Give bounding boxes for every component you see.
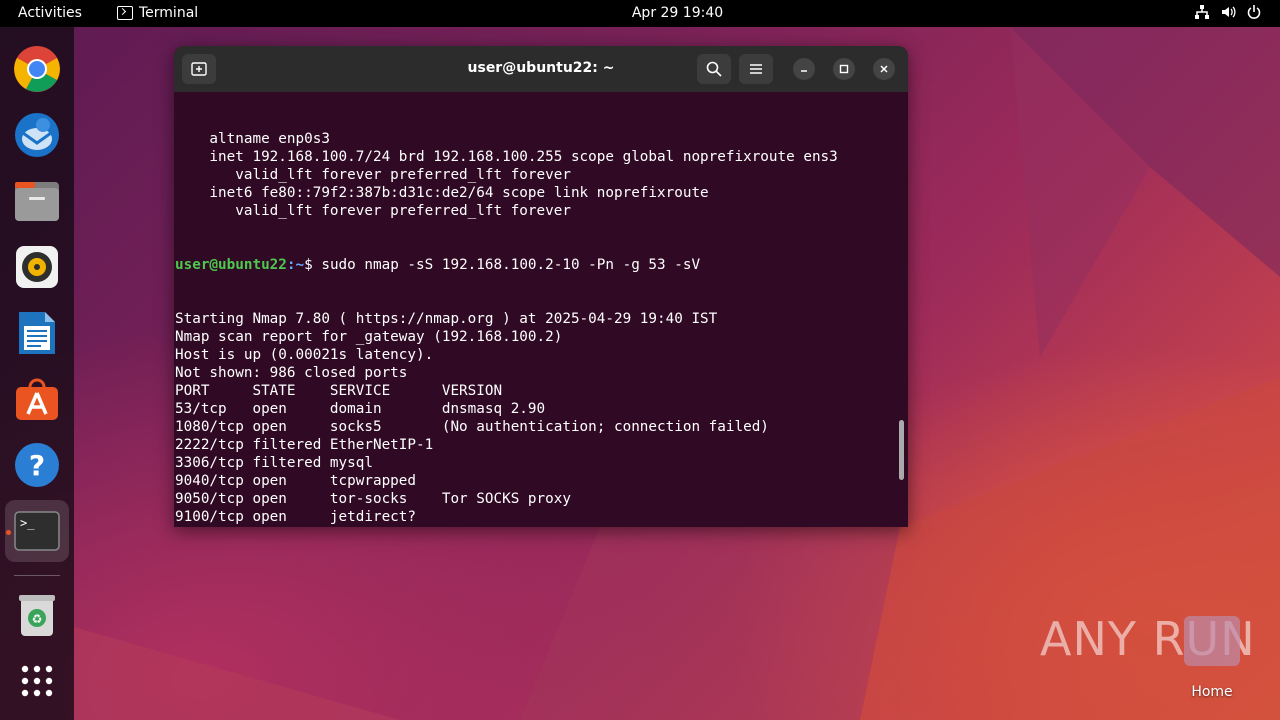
close-button[interactable] [873, 58, 895, 80]
volume-icon [1220, 4, 1236, 20]
home-folder-icon [1184, 616, 1240, 666]
dock-separator [14, 575, 60, 576]
prompt-sign: $ [304, 257, 322, 273]
show-apps-icon[interactable] [12, 656, 62, 706]
terminal-window[interactable]: user@ubuntu22: ~ altname enp0s3 inet 192… [174, 46, 908, 527]
terminal-line: PORT STATE SERVICE VERSION [175, 383, 503, 399]
thunderbird-icon[interactable] [12, 110, 62, 160]
svg-text:?: ? [29, 449, 45, 482]
system-tray[interactable] [1194, 4, 1262, 20]
terminal-line: Nmap scan report for _gateway (192.168.1… [175, 329, 563, 345]
terminal-scrollbar[interactable] [899, 420, 904, 480]
terminal-line: Host is up (0.00021s latency). [175, 347, 434, 363]
terminal-line: Not shown: 986 closed ports [175, 365, 408, 381]
prompt-user: user@ubuntu22 [175, 257, 287, 273]
trash-icon[interactable]: ♻ [12, 590, 62, 640]
close-icon [880, 65, 888, 73]
terminal-line: 3306/tcp filtered mysql [175, 455, 373, 471]
terminal-line: 9040/tcp open tcpwrapped [175, 473, 417, 489]
svg-text:♻: ♻ [32, 612, 43, 626]
terminal-line: Starting Nmap 7.80 ( https://nmap.org ) … [175, 311, 718, 327]
output-after: Starting Nmap 7.80 ( https://nmap.org ) … [175, 310, 894, 527]
terminal-line: 9050/tcp open tor-socks Tor SOCKS proxy [175, 491, 571, 507]
home-label: Home [1191, 684, 1233, 700]
hamburger-icon [750, 64, 762, 74]
output-before: altname enp0s3 inet 192.168.100.7/24 brd… [175, 130, 894, 220]
top-bar: Activities Terminal Apr 29 19:40 [0, 0, 1280, 27]
libreoffice-writer-icon[interactable] [12, 308, 62, 358]
command-text: sudo nmap -sS 192.168.100.2-10 -Pn -g 53… [321, 257, 701, 273]
rhythmbox-icon[interactable] [12, 242, 62, 292]
chrome-icon[interactable] [12, 44, 62, 94]
power-icon [1246, 4, 1262, 20]
terminal-line: 9100/tcp open jetdirect? [175, 509, 417, 525]
terminal-line: inet 192.168.100.7/24 brd 192.168.100.25… [175, 149, 838, 165]
running-indicator [6, 530, 11, 535]
terminal-titlebar[interactable]: user@ubuntu22: ~ [174, 46, 908, 92]
terminal-line: 2222/tcp filtered EtherNetIP-1 [175, 437, 434, 453]
terminal-line: valid_lft forever preferred_lft forever [175, 203, 571, 219]
terminal-line: 9101/tcp open jetdirect? [175, 526, 894, 527]
terminal-line: inet6 fe80::79f2:387b:d31c:de2/64 scope … [175, 185, 709, 201]
terminal-line: 1080/tcp open socks5 (No authentication;… [175, 419, 769, 435]
svg-text:>_: >_ [20, 516, 35, 530]
search-icon [706, 61, 722, 77]
app-center-icon[interactable] [12, 374, 62, 424]
search-button[interactable] [697, 54, 731, 84]
prompt-line: user@ubuntu22:~$ sudo nmap -sS 192.168.1… [175, 256, 894, 274]
maximize-button[interactable] [833, 58, 855, 80]
menu-button[interactable] [739, 54, 773, 84]
home-folder-desktop-icon[interactable]: Home [1180, 616, 1244, 706]
clock[interactable]: Apr 29 19:40 [0, 5, 1280, 21]
help-icon[interactable]: ? [12, 440, 62, 490]
terminal-line: altname enp0s3 [175, 131, 330, 147]
files-icon[interactable] [12, 176, 62, 226]
minimize-icon [801, 70, 807, 72]
terminal-line: 53/tcp open domain dnsmasq 2.90 [175, 401, 546, 417]
maximize-icon [839, 64, 849, 74]
network-icon [1194, 4, 1210, 20]
minimize-button[interactable] [793, 58, 815, 80]
terminal-output[interactable]: altname enp0s3 inet 192.168.100.7/24 brd… [174, 94, 894, 527]
prompt-path: :~ [286, 257, 305, 273]
terminal-icon[interactable]: >_ [12, 506, 62, 556]
dock: ? >_ ♻ [0, 27, 74, 720]
terminal-line: valid_lft forever preferred_lft forever [175, 167, 571, 183]
